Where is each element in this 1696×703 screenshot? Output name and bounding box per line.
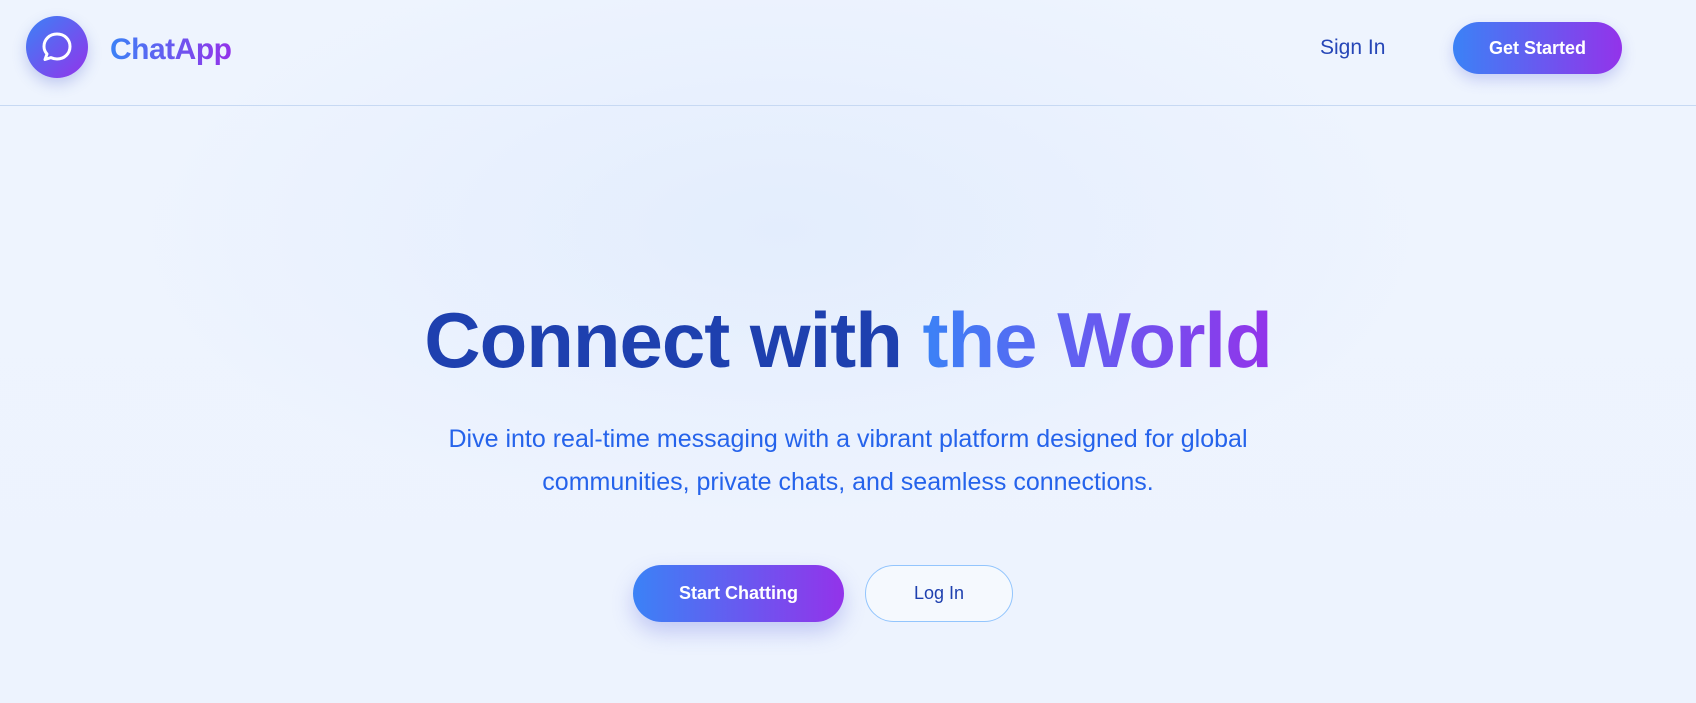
hero-subtitle: Dive into real-time messaging with a vib…	[348, 418, 1348, 504]
sign-in-link[interactable]: Sign In	[1320, 34, 1385, 62]
top-nav: ChatApp Sign In Get Started	[0, 0, 1696, 106]
hero-title: Connect with the World	[0, 290, 1696, 390]
hero-title-accent: the World	[922, 296, 1273, 384]
hero-title-plain: Connect with	[424, 296, 923, 384]
log-in-button[interactable]: Log In	[865, 565, 1013, 622]
hero-subtitle-line2: communities, private chats, and seamless…	[542, 468, 1154, 496]
logo[interactable]	[26, 16, 88, 78]
hero-subtitle-line1: Dive into real-time messaging with a vib…	[448, 425, 1248, 453]
chat-bubble-icon	[42, 32, 72, 61]
start-chatting-button[interactable]: Start Chatting	[633, 565, 844, 622]
brand-name[interactable]: ChatApp	[110, 30, 232, 70]
get-started-button[interactable]: Get Started	[1453, 22, 1622, 74]
